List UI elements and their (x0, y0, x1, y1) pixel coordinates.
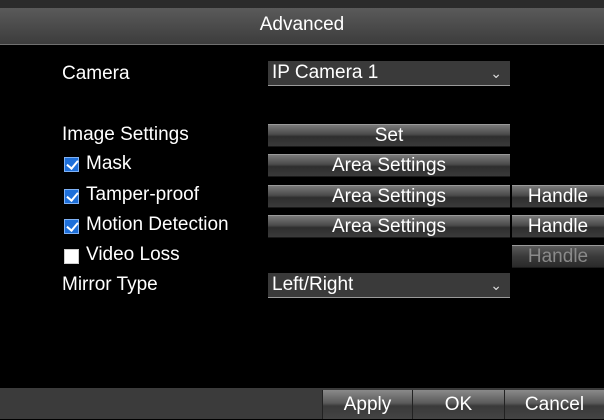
camera-select[interactable]: IP Camera 1 ⌄ (268, 61, 510, 86)
ok-button[interactable]: OK (412, 390, 504, 419)
motion-detection-handle-button[interactable]: Handle (512, 215, 604, 238)
cancel-button[interactable]: Cancel (504, 390, 604, 419)
apply-button[interactable]: Apply (322, 390, 412, 419)
tamper-proof-handle-button[interactable]: Handle (512, 185, 604, 208)
tamper-proof-checkbox[interactable] (64, 189, 79, 204)
advanced-dialog: Advanced Camera IP Camera 1 ⌄ Image Sett… (0, 0, 604, 419)
mask-label: Mask (86, 153, 132, 174)
image-settings-set-button[interactable]: Set (268, 124, 510, 147)
mask-area-settings-button[interactable]: Area Settings (268, 154, 510, 177)
image-settings-label: Image Settings (62, 124, 189, 145)
tamper-proof-label: Tamper-proof (86, 184, 199, 205)
mirror-type-select-value: Left/Right (272, 274, 354, 295)
dialog-title: Advanced (259, 14, 345, 35)
motion-detection-checkbox[interactable] (64, 219, 79, 234)
chevron-down-icon: ⌄ (490, 65, 502, 81)
title-bar: Advanced (0, 8, 604, 45)
video-loss-checkbox[interactable] (64, 249, 79, 264)
mask-checkbox[interactable] (64, 157, 79, 172)
motion-detection-label: Motion Detection (86, 214, 229, 235)
chevron-down-icon: ⌄ (490, 277, 502, 293)
mirror-type-label: Mirror Type (62, 274, 158, 295)
tamper-proof-area-settings-button[interactable]: Area Settings (268, 185, 510, 208)
camera-select-value: IP Camera 1 (272, 62, 379, 83)
camera-label: Camera (62, 63, 130, 84)
top-strip (0, 0, 604, 8)
video-loss-handle-button[interactable]: Handle (512, 245, 604, 268)
motion-detection-area-settings-button[interactable]: Area Settings (268, 215, 510, 238)
mirror-type-select[interactable]: Left/Right ⌄ (268, 273, 510, 298)
video-loss-label: Video Loss (86, 244, 180, 265)
